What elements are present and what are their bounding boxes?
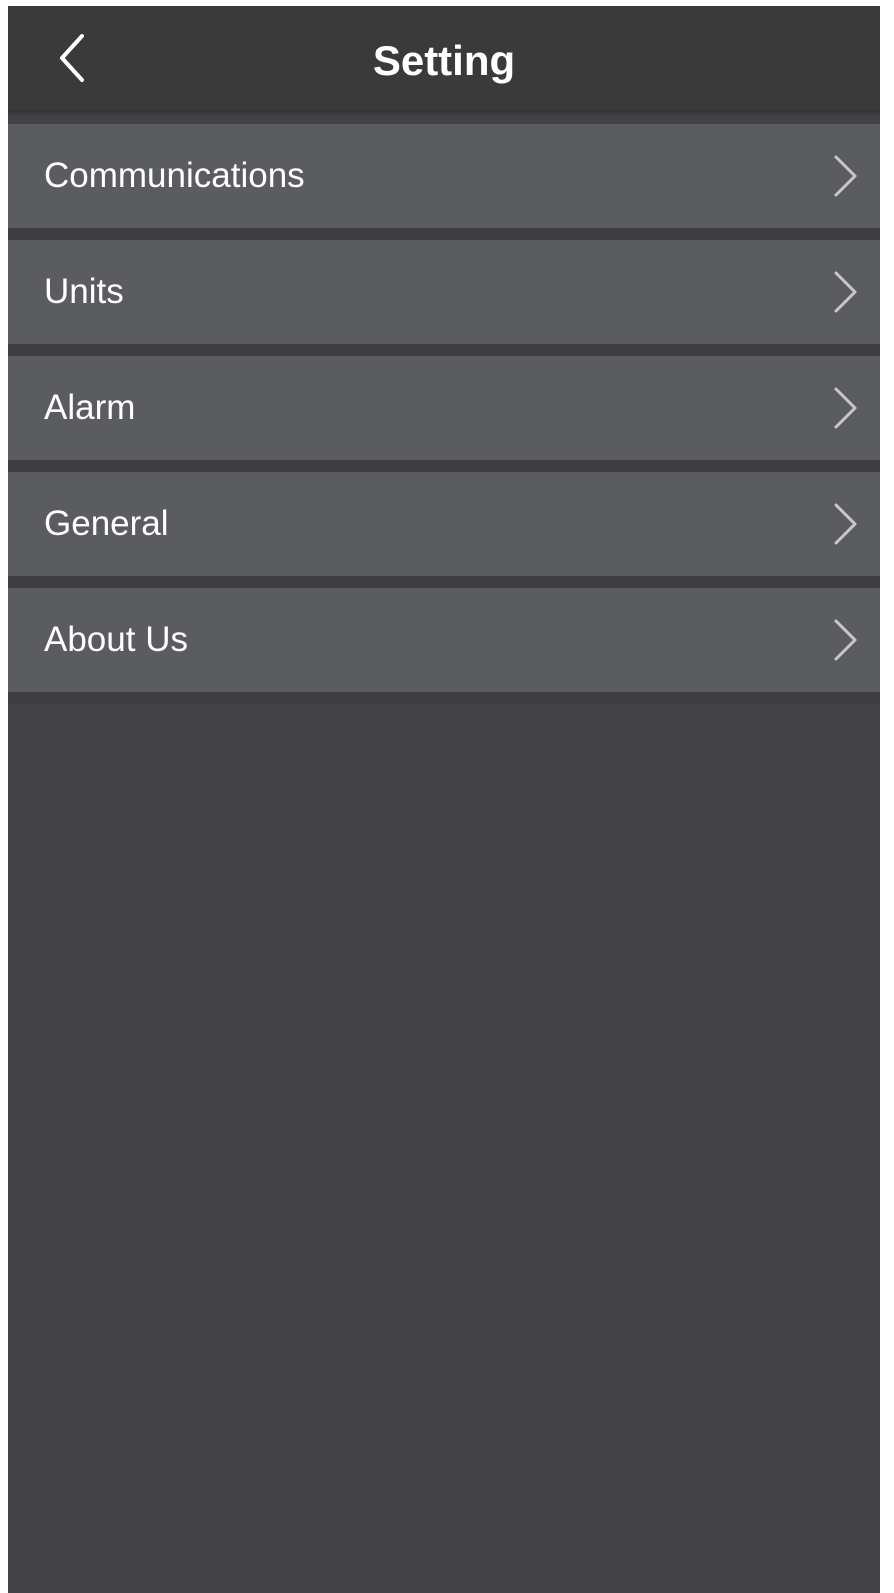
chevron-right-icon — [832, 386, 858, 430]
menu-item-communications[interactable]: Communications — [8, 124, 880, 240]
app-header: Setting — [8, 6, 880, 110]
menu-item-label: Units — [44, 272, 124, 311]
settings-screen: Setting Communications Units Alarm Gener… — [8, 6, 880, 1593]
settings-menu: Communications Units Alarm General About… — [8, 124, 880, 704]
menu-item-general[interactable]: General — [8, 472, 880, 588]
menu-item-label: Alarm — [44, 388, 136, 427]
menu-item-units[interactable]: Units — [8, 240, 880, 356]
menu-item-label: Communications — [44, 156, 305, 195]
chevron-right-icon — [832, 154, 858, 198]
chevron-right-icon — [832, 618, 858, 662]
menu-item-label: General — [44, 504, 169, 543]
page-title: Setting — [372, 37, 516, 84]
menu-item-about-us[interactable]: About Us — [8, 588, 880, 704]
menu-item-label: About Us — [44, 620, 188, 659]
menu-item-alarm[interactable]: Alarm — [8, 356, 880, 472]
chevron-right-icon — [832, 270, 858, 314]
chevron-right-icon — [832, 502, 858, 546]
